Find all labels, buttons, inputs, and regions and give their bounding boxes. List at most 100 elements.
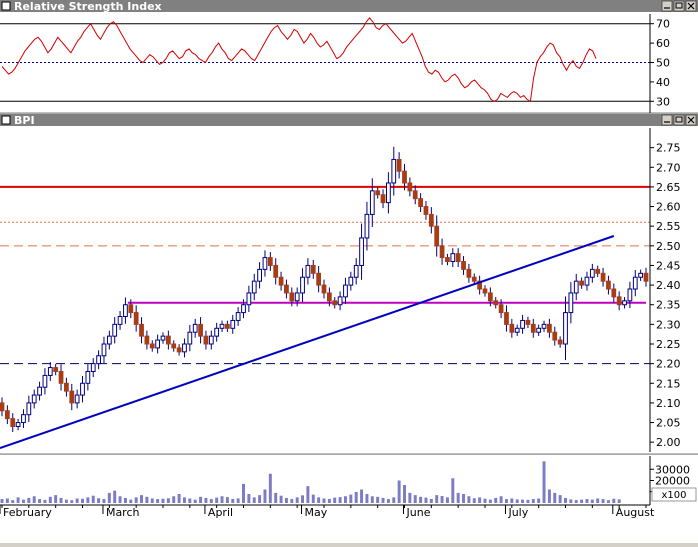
candle-body (326, 292, 332, 302)
volume-bar (333, 497, 337, 503)
volume-panel-background (0, 455, 698, 505)
minimize-icon[interactable] (661, 0, 673, 12)
price-y-tick-label: 2.75 (656, 142, 681, 155)
price-collapse-icon[interactable] (1, 115, 11, 125)
volume-bar (515, 499, 519, 503)
candle-body (257, 268, 262, 282)
candle-body (85, 370, 91, 384)
candle-body (568, 292, 574, 314)
candle-body (482, 288, 488, 294)
volume-bar (349, 494, 353, 503)
volume-panel: 100002000030000 x100 (0, 453, 698, 505)
candle-body (606, 280, 611, 290)
volume-bar (569, 499, 573, 503)
candle-body (600, 272, 606, 282)
volume-y-tick-label: 20000 (655, 475, 690, 488)
candle-body (638, 272, 644, 278)
volume-bar (199, 496, 203, 503)
volume-bar (360, 489, 364, 503)
rsi-collapse-icon[interactable] (1, 1, 11, 11)
candle-body (96, 355, 101, 365)
volume-bar (268, 473, 272, 503)
volume-bar (306, 486, 310, 503)
candle-body (428, 213, 434, 227)
candle-body (139, 323, 144, 337)
x-month-label: March (106, 506, 140, 519)
candle-body (155, 339, 161, 349)
volume-bar (429, 498, 433, 503)
volume-bar (504, 499, 508, 503)
volume-bar (381, 497, 385, 503)
candle-body (434, 225, 440, 247)
candle-body (123, 304, 128, 318)
candle-body (305, 264, 311, 278)
volume-bar (338, 497, 342, 503)
candle-body (552, 331, 558, 341)
volume-bar (456, 492, 460, 503)
price-y-tick-label: 2.10 (656, 397, 681, 410)
price-window-controls (661, 114, 697, 126)
candle-body (112, 323, 118, 337)
rsi-panel-background (0, 0, 698, 113)
candle-body (37, 386, 42, 396)
candle-body (182, 343, 187, 353)
volume-bar (193, 499, 197, 503)
candle-body (128, 304, 134, 314)
volume-bar (419, 496, 423, 503)
candle-body (557, 339, 563, 345)
candle-body (461, 261, 466, 270)
candle-body (241, 304, 246, 314)
candle-body (106, 335, 112, 345)
candle-body (407, 182, 413, 192)
price-y-tick-label: 2.30 (656, 318, 681, 331)
candle-body (273, 264, 279, 278)
price-y-tick-label: 2.05 (656, 417, 681, 430)
volume-bar (451, 478, 455, 503)
volume-bar (279, 495, 283, 503)
price-y-tick-label: 2.70 (656, 161, 681, 174)
candle-body (21, 414, 26, 424)
rsi-y-tick-label: 40 (656, 76, 670, 89)
candle-body (627, 288, 633, 302)
volume-bar (91, 495, 95, 503)
candle-body (64, 382, 69, 392)
volume-bar (75, 498, 79, 503)
volume-bar (113, 490, 117, 503)
candle-body (359, 237, 364, 266)
candle-body (235, 312, 241, 321)
volume-bar (542, 461, 546, 503)
candle-body (219, 323, 225, 329)
volume-bar (209, 499, 213, 503)
candle-body (117, 316, 123, 325)
candle-body (149, 343, 155, 349)
volume-bar (440, 496, 444, 503)
volume-bar (499, 496, 503, 503)
volume-bar (547, 489, 551, 503)
volume-bar (488, 499, 492, 503)
x-axis: February March April May June July August (0, 504, 698, 543)
price-minimize-icon[interactable] (661, 114, 673, 126)
candle-body (439, 245, 445, 259)
candle-body (208, 335, 214, 345)
volume-bar (86, 497, 90, 503)
candle-body (643, 272, 649, 282)
candle-body (579, 280, 584, 286)
volume-bar (107, 492, 111, 503)
volume-bar (182, 497, 186, 503)
volume-bar (118, 496, 122, 503)
candle-body (343, 284, 348, 298)
candle-body (321, 284, 327, 294)
candle-body (380, 194, 386, 204)
candle-body (573, 280, 579, 294)
candle-body (595, 268, 601, 274)
candle-body (53, 367, 59, 372)
volume-bar (301, 495, 305, 503)
volume-bar (252, 497, 256, 503)
volume-bar (81, 498, 84, 503)
volume-bar (231, 498, 235, 503)
x-month-label: June (406, 506, 431, 519)
candle-body (369, 190, 375, 215)
volume-bar (343, 496, 347, 503)
volume-bar (617, 499, 621, 503)
volume-bar (558, 495, 562, 503)
